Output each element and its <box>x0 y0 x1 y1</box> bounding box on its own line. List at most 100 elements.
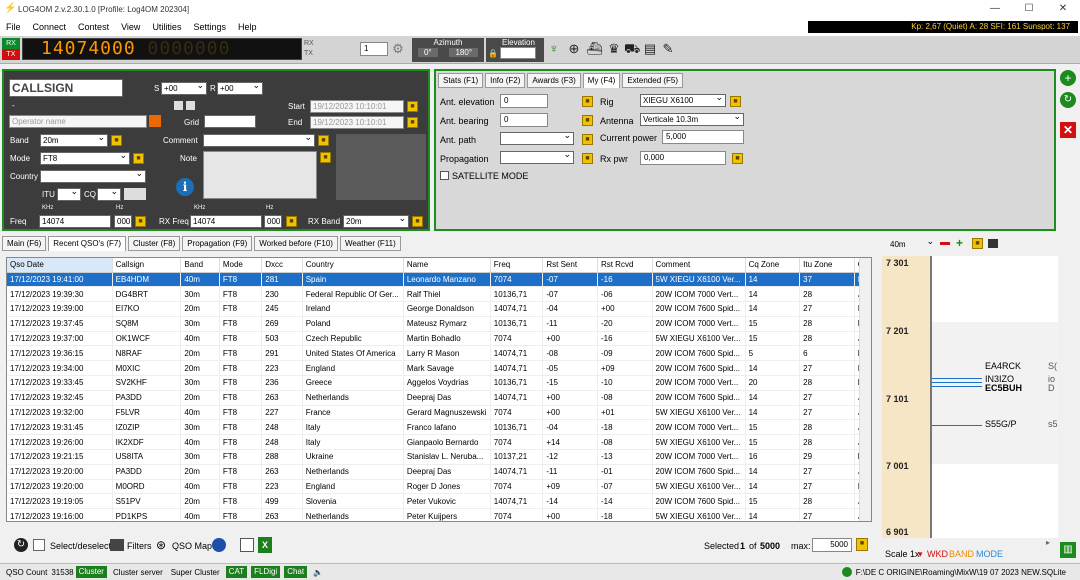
bandmap-settings-button[interactable]: ▥ <box>1060 542 1076 558</box>
bandmap-scroll-arrow[interactable]: ▸ <box>1046 538 1050 547</box>
menu-connect[interactable]: Connect <box>27 22 73 32</box>
mode-lock-icon[interactable]: ■ <box>133 153 144 164</box>
ant-path-lock-icon[interactable]: ■ <box>582 134 593 145</box>
gear-icon[interactable]: ⚙ <box>390 41 406 57</box>
table-row[interactable]: 17/12/2023 19:20:00 M0ORD 40m FT8 223 England… <box>7 479 871 495</box>
export-icon[interactable] <box>240 538 254 552</box>
column-header[interactable]: Country <box>302 258 404 273</box>
car-icon[interactable]: ⛟ <box>624 41 640 57</box>
spot-callsign[interactable]: S55G/P <box>985 419 1017 429</box>
zone-extra-field[interactable] <box>124 188 146 200</box>
rig-select[interactable]: XIEGU X6100 <box>640 92 726 107</box>
propagation-select[interactable] <box>500 149 574 164</box>
table-row[interactable]: 17/12/2023 19:31:45 IZ0ZIP 30m FT8 248 Italy F… <box>7 419 871 436</box>
menu-contest[interactable]: Contest <box>72 22 115 32</box>
globe-map-icon[interactable] <box>212 538 226 552</box>
frequency-display[interactable]: 14074000 0000000 <box>22 38 302 60</box>
chess-icon[interactable]: ♛ <box>606 41 622 57</box>
azimuth-short-path[interactable]: 0° <box>417 48 438 57</box>
rst-sent-select[interactable]: +00 <box>161 80 207 95</box>
ship-icon[interactable]: ⛴ <box>586 41 603 57</box>
scale-label[interactable]: Scale 1x <box>885 549 920 559</box>
table-row[interactable]: 17/12/2023 19:39:30 DG4BRT 30m FT8 230 Federa… <box>7 286 871 303</box>
spot-callsign[interactable]: EA4RCK <box>985 361 1021 371</box>
freq-lock-icon[interactable]: ■ <box>135 216 146 227</box>
spot-callsign[interactable]: EC5BUH <box>985 383 1022 393</box>
table-row[interactable]: 17/12/2023 19:32:45 PA3DD 20m FT8 263 Netherl… <box>7 390 871 406</box>
lookup-icon[interactable] <box>149 115 161 127</box>
tab-awards[interactable]: Awards (F3) <box>527 73 581 88</box>
menu-utilities[interactable]: Utilities <box>146 22 187 32</box>
fldigi-badge[interactable]: FLDigi <box>251 566 281 578</box>
tab-stats[interactable]: Stats (F1) <box>438 73 484 88</box>
cluster-server-status[interactable]: Cluster server <box>113 568 163 577</box>
zoom-out-button[interactable] <box>940 242 950 245</box>
excel-icon[interactable]: X <box>258 537 272 553</box>
tab-worked-before[interactable]: Worked before (F10) <box>254 236 338 251</box>
column-header[interactable]: Band <box>180 258 220 273</box>
comment-lock-icon[interactable]: ■ <box>318 135 329 146</box>
rx-power-input[interactable]: 0,000 <box>640 151 726 165</box>
tab-my[interactable]: My (F4) <box>582 73 621 88</box>
tab-propagation[interactable]: Propagation (F9) <box>182 236 253 251</box>
menu-help[interactable]: Help <box>232 22 263 32</box>
maximize-button[interactable]: ☐ <box>1012 0 1046 18</box>
vfo-spinner[interactable]: 1 <box>360 42 388 56</box>
rig-lock-icon[interactable]: ■ <box>730 96 741 107</box>
rxband-lock-icon[interactable]: ■ <box>412 216 423 227</box>
antenna-select[interactable]: Verticale 10.3m <box>640 111 744 126</box>
mode-select[interactable]: FT8 <box>40 150 130 165</box>
tab-extended[interactable]: Extended (F5) <box>622 73 684 88</box>
flag-button-1[interactable] <box>174 101 183 110</box>
max-rows-input[interactable]: 5000 <box>812 538 852 552</box>
close-button[interactable]: ✕ <box>1046 0 1080 18</box>
table-row[interactable]: 17/12/2023 19:34:00 M0XIC 20m FT8 223 England… <box>7 360 871 377</box>
filters-button[interactable]: Filters <box>127 541 152 551</box>
qso-map-button[interactable]: QSO Map <box>172 541 212 551</box>
tab-info[interactable]: Info (F2) <box>485 73 526 88</box>
table-row[interactable]: 17/12/2023 19:19:05 S51PV 20m FT8 499 Sloveni… <box>7 493 871 510</box>
note-lock-icon[interactable]: ■ <box>320 152 331 163</box>
table-row[interactable]: 17/12/2023 19:41:00 EB4HDM 40m FT8 281 Spain L… <box>7 272 871 288</box>
column-header[interactable]: Rst Rcvd <box>597 258 653 273</box>
speaker-icon[interactable]: 🔈 <box>313 568 323 577</box>
info-icon[interactable]: i <box>176 178 194 196</box>
rst-rcvd-select[interactable]: +00 <box>217 80 263 95</box>
chat-badge[interactable]: Chat <box>284 566 308 578</box>
tab-weather[interactable]: Weather (F11) <box>339 236 401 251</box>
table-row[interactable]: 17/12/2023 19:16:00 PD1KPS 40m FT8 263 Nether… <box>7 508 871 521</box>
table-row[interactable]: 17/12/2023 19:36:15 N8RAF 20m FT8 291 United … <box>7 345 871 362</box>
table-row[interactable]: 17/12/2023 19:26:00 IK2XDF 40m FT8 248 Italy G… <box>7 434 871 451</box>
cluster-badge[interactable]: Cluster <box>75 566 107 578</box>
ant-elevation-input[interactable]: 0 <box>500 94 548 108</box>
map-icon[interactable]: ⊛ <box>156 538 166 552</box>
spot-area[interactable]: EA4RCK S( IN3IZO io EC5BUH D S55G/P s5 <box>932 256 1058 538</box>
rxfreq-khz-input[interactable]: 14074 <box>190 215 262 228</box>
start-lock-icon[interactable]: ■ <box>407 101 418 112</box>
elevation-input[interactable]: 0 <box>499 47 536 59</box>
frequency-scale[interactable]: 7 301 7 201 7 101 7 001 6 901 <box>882 256 932 538</box>
ant-elevation-lock-icon[interactable]: ■ <box>582 96 593 107</box>
flag-button-2[interactable] <box>186 101 195 110</box>
band-lock-icon[interactable]: ■ <box>111 135 122 146</box>
band-select[interactable]: 20m <box>40 132 108 147</box>
table-row[interactable]: 17/12/2023 19:37:45 SQ8M 30m FT8 269 Poland Ma… <box>7 316 871 332</box>
column-header[interactable]: Dxcc <box>261 258 303 273</box>
cq-select[interactable] <box>97 186 121 201</box>
table-scrollbar[interactable] <box>859 258 871 521</box>
menu-view[interactable]: View <box>115 22 146 32</box>
current-power-input[interactable]: 5,000 <box>662 130 744 144</box>
freq-hz-input[interactable]: 000 <box>114 215 132 228</box>
rx-power-lock-icon[interactable]: ■ <box>732 153 743 164</box>
end-datetime[interactable]: 19/12/2023 10:10:01 <box>310 116 404 129</box>
globe-icon[interactable]: ⊕ <box>566 41 582 57</box>
contact-card-icon[interactable]: ▤ <box>642 41 658 57</box>
rxfreq-lock-icon[interactable]: ■ <box>286 216 297 227</box>
column-header[interactable]: Freq <box>490 258 544 273</box>
bandmap-lock-icon[interactable]: ■ <box>972 238 983 249</box>
antenna-icon[interactable]: ♆ <box>546 41 562 57</box>
comment-select[interactable] <box>203 132 315 147</box>
note-textarea[interactable] <box>203 151 317 199</box>
select-deselect-button[interactable]: Select/deselect <box>50 541 111 551</box>
cat-badge[interactable]: CAT <box>225 566 248 578</box>
